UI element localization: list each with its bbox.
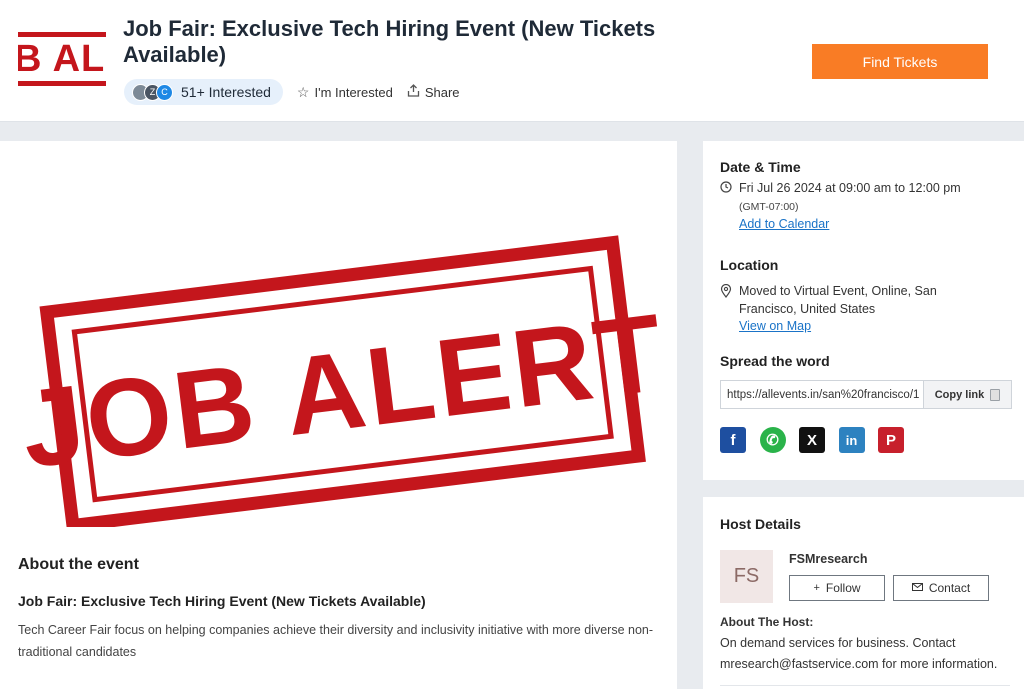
- plus-icon: +: [813, 582, 820, 594]
- copy-link-button[interactable]: Copy link: [923, 381, 1011, 408]
- avatar: C: [156, 83, 173, 101]
- follow-label: Follow: [825, 581, 861, 595]
- linkedin-icon[interactable]: in: [838, 427, 865, 453]
- pinterest-icon[interactable]: P: [878, 427, 904, 453]
- date-time-heading: Date & Time: [720, 159, 801, 175]
- event-main-card: JOB ALERT About the event Job Fair: Excl…: [0, 141, 677, 689]
- event-header: B ALER' Job Fair: Exclusive Tech Hiring …: [0, 0, 1024, 122]
- contact-label: Contact: [928, 581, 971, 595]
- attendee-avatars: Z C: [132, 83, 173, 101]
- location-heading: Location: [720, 257, 779, 273]
- event-meta-row: Z C 51+ Interested ☆ I'm Interested Shar…: [124, 79, 460, 105]
- event-thumbnail[interactable]: B ALER': [18, 28, 106, 90]
- add-to-calendar-link[interactable]: Add to Calendar: [739, 217, 829, 231]
- thumbnail-text: B ALER': [18, 38, 106, 80]
- share-url-field[interactable]: https://allevents.in/san%20francisco/1: [721, 389, 923, 401]
- interested-badge[interactable]: Z C 51+ Interested: [124, 79, 283, 105]
- mail-icon: [911, 582, 923, 594]
- thumbnail-stamp-border-bottom: [18, 81, 106, 86]
- x-twitter-icon[interactable]: X: [799, 427, 825, 453]
- host-heading: Host Details: [720, 516, 801, 532]
- whatsapp-icon[interactable]: ✆: [759, 427, 786, 453]
- location-value: Moved to Virtual Event, Online, San Fran…: [739, 284, 937, 316]
- about-event-title: Job Fair: Exclusive Tech Hiring Event (N…: [18, 593, 426, 609]
- event-banner-image: JOB ALERT: [15, 235, 672, 527]
- social-share-row: f ✆ X in P: [720, 427, 918, 453]
- find-tickets-button[interactable]: Find Tickets: [812, 44, 988, 79]
- clock-icon: [720, 181, 732, 196]
- share-button[interactable]: Share: [407, 84, 460, 100]
- follow-button[interactable]: + Follow: [789, 575, 885, 601]
- thumbnail-stamp-border-top: [18, 32, 106, 37]
- host-details-card: Host Details FS FSMresearch + Follow Con…: [703, 497, 1024, 689]
- about-description: Tech Career Fair focus on helping compan…: [18, 623, 654, 659]
- interested-count: 51+ Interested: [181, 84, 271, 100]
- event-details-card: Date & Time Fri Jul 26 2024 at 09:00 am …: [703, 141, 1024, 480]
- about-host-text: On demand services for business. Contact…: [720, 636, 998, 671]
- share-label: Share: [424, 84, 460, 100]
- facebook-icon[interactable]: f: [720, 427, 746, 453]
- view-on-map-link[interactable]: View on Map: [739, 319, 811, 333]
- spread-heading: Spread the word: [720, 353, 830, 369]
- contact-button[interactable]: Contact: [893, 575, 989, 601]
- share-icon: [407, 84, 420, 100]
- about-host-heading: About The Host:: [720, 615, 814, 629]
- host-name[interactable]: FSMresearch: [789, 552, 868, 566]
- im-interested-label: I'm Interested: [314, 84, 393, 100]
- page-title: Job Fair: Exclusive Tech Hiring Event (N…: [123, 16, 656, 67]
- date-time-value: Fri Jul 26 2024 at 09:00 am to 12:00 pm: [739, 181, 961, 195]
- map-pin-icon: [720, 283, 732, 301]
- copy-link-label: Copy link: [934, 388, 985, 401]
- im-interested-button[interactable]: ☆ I'm Interested: [297, 84, 393, 101]
- about-heading: About the event: [18, 556, 139, 573]
- star-icon: ☆: [296, 83, 310, 100]
- divider: [720, 685, 1010, 686]
- host-avatar[interactable]: FS: [720, 550, 773, 603]
- copy-icon: [990, 388, 1001, 401]
- share-link-box: https://allevents.in/san%20francisco/1 C…: [720, 380, 1012, 409]
- timezone: (GMT-07:00): [739, 201, 799, 213]
